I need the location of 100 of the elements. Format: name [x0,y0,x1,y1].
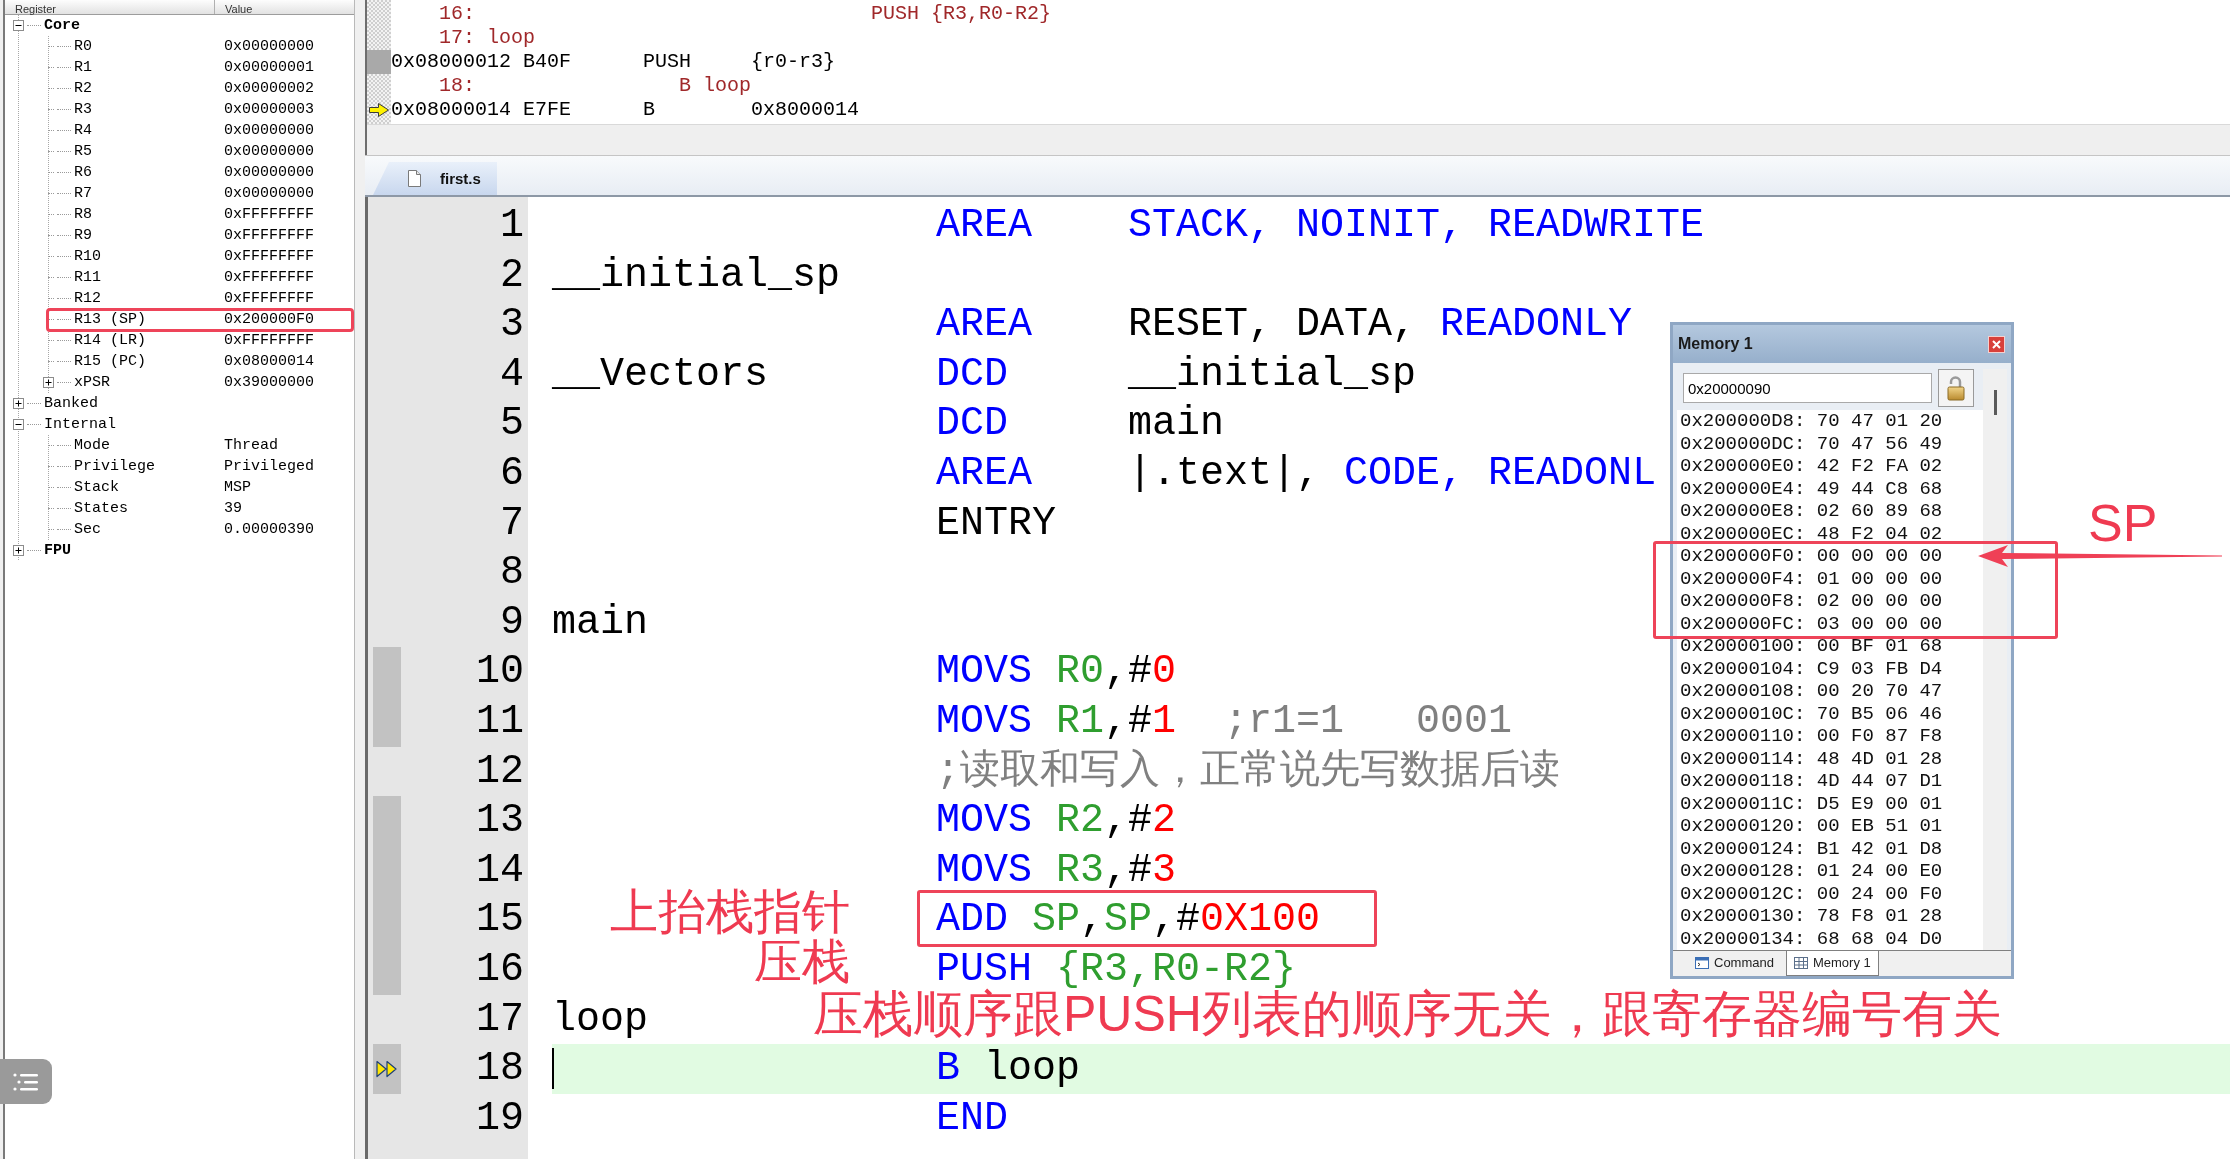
register-name: R7 [74,185,92,202]
register-name: R0 [74,38,92,55]
code-line: MOVS R3,#3 [936,846,1177,895]
close-icon [1991,338,2002,350]
register-value: 39 [224,500,242,517]
plus-box-icon[interactable] [12,398,24,409]
padlock-icon [1945,375,1967,401]
register-value: 0x39000000 [224,374,314,391]
horizontal-scrollbar[interactable] [367,124,2230,155]
code-label: loop [552,995,648,1044]
column-header: Register [15,3,56,16]
register-name: States [74,500,128,517]
address-field[interactable]: 0x20000090 [1683,373,1932,403]
code-line: MOVS R1,#1 ;r1=1 0001 [936,697,1513,746]
memory-row: 0x20000114: 48 4D 01 28 [1680,747,1943,770]
register-value: 0x08000014 [224,353,314,370]
tree-group-label: Core [44,17,80,34]
line-number: 5 [500,400,524,449]
register-name: R3 [74,101,92,118]
register-value: 0x00000001 [224,59,314,76]
code-line: AREA RESET, DATA, READONLY [936,301,1633,350]
line-number: 8 [500,549,524,598]
memory-row: 0x20000128: 01 24 00 E0 [1680,860,1943,883]
line-number: 3 [500,301,524,350]
code-line: MOVS R2,#2 [936,797,1177,846]
plus-box-icon[interactable] [12,545,24,556]
memory-row: 0x2000012C: 00 24 00 F0 [1680,882,1943,905]
code-label: main [552,598,648,647]
code-line: AREA |.text|, CODE, READONL [936,449,1657,498]
line-number: 14 [476,846,524,895]
register-name: R1 [74,59,92,76]
memory-row: 0x20000118: 4D 44 07 D1 [1680,770,1943,793]
window-title: Memory 1 [1678,334,1753,354]
register-name: Mode [74,437,110,454]
register-value: 0xFFFFFFFF [224,269,314,286]
register-value: 0x200000F0 [224,311,314,328]
code-line: ADD SP,SP,#0X100 [936,895,1321,945]
memory-row: 0x20000130: 78 F8 01 28 [1680,905,1943,928]
register-name: R6 [74,164,92,181]
panel-tab[interactable]: Memory 1 [1785,951,1879,976]
code-line: DCD __initial_sp [936,350,1417,399]
scrollbar-thumb[interactable] [1993,390,1997,415]
register-name: R13 (SP) [74,311,146,328]
tree-group-label: Internal [44,416,116,433]
minus-box-icon[interactable] [12,20,24,31]
line-number: 2 [500,251,524,300]
register-name: R10 [74,248,101,265]
register-value: 0x00000000 [224,143,314,160]
register-name: Sec [74,521,101,538]
lock-button[interactable] [1938,369,1974,407]
list-button[interactable] [0,1059,52,1104]
disassembly-line: 0x08000012 B40F PUSH {r0-r3} [391,50,836,74]
register-value: 0xFFFFFFFF [224,227,314,244]
memory-row: 0x2000011C: D5 E9 00 01 [1680,792,1943,815]
memory-row: 0x200000D8: 70 47 01 20 [1680,410,1943,433]
grid-icon [1793,957,1808,969]
register-value: 0xFFFFFFFF [224,248,314,265]
memory-row: 0x200000F4: 01 00 00 00 [1680,567,1943,590]
pointer-label: SP [2088,497,2158,550]
memory-row: 0x200000F8: 02 00 00 00 [1680,590,1943,613]
disassembly-line: 0x08000014 E7FE B 0x8000014 [391,98,860,122]
memory-row: 0x20000108: 00 20 70 47 [1680,680,1943,703]
line-number: 9 [500,598,524,647]
source-line: 17: loop [439,26,535,50]
plus-box-icon[interactable] [42,377,54,388]
tree-group-label: FPU [44,542,71,559]
code-line: DCD main [936,400,1225,449]
code-line: MOVS R0,#0 [936,648,1177,697]
window-icon [1695,957,1709,969]
line-number: 17 [476,995,524,1044]
register-name: R9 [74,227,92,244]
code-line: AREA STACK, NOINIT, READWRITE [936,202,1705,250]
memory-row: 0x200000FC: 03 00 00 00 [1680,612,1943,635]
memory-row: 0x20000100: 00 BF 01 68 [1680,635,1943,658]
line-number: 19 [476,1094,524,1143]
annotation-text: 压栈顺序跟PUSH列表的顺序无关，跟寄存器编号有关 [813,987,2002,1040]
register-value: Privileged [224,458,314,475]
register-value: 0x00000002 [224,80,314,97]
memory-row: 0x20000110: 00 F0 87 F8 [1680,725,1943,748]
close-button[interactable] [1988,335,2005,353]
register-value: 0x00000000 [224,122,314,139]
register-value: Thread [224,437,278,454]
line-number: 16 [476,945,524,994]
register-value: 0x00000000 [224,185,314,202]
file-tab[interactable]: first.s [373,162,497,195]
line-number: 7 [500,499,524,548]
tree-group-label: Banked [44,395,98,412]
code-line: ;读取和写入，正常说先写数据后读 [936,747,1560,796]
memory-row: 0x20000104: C9 03 FB D4 [1680,657,1943,680]
panel-tab[interactable]: Command [1687,951,1782,976]
register-value: 0x00000000 [224,38,314,55]
code-line: ENTRY [936,499,1057,548]
minus-box-icon[interactable] [12,419,24,430]
memory-row: 0x20000124: B1 42 01 D8 [1680,837,1943,860]
register-name: R4 [74,122,92,139]
register-value: 0x00000003 [224,101,314,118]
register-name: Privilege [74,458,155,475]
memory-row: 0x200000E8: 02 60 89 68 [1680,500,1943,523]
register-value: 0xFFFFFFFF [224,290,314,307]
register-value: 0.00000390 [224,521,314,538]
